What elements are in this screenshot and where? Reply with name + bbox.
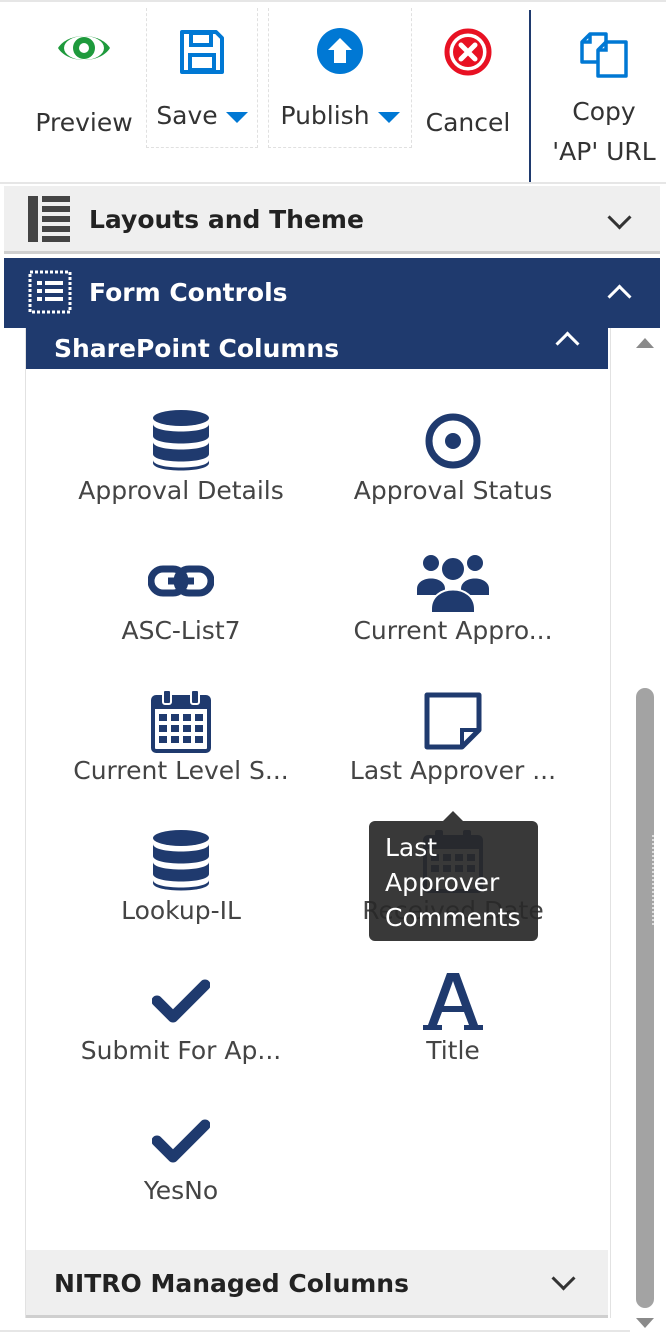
nitro-managed-columns-title: NITRO Managed Columns (54, 1269, 409, 1298)
column-tile-current-approvers[interactable]: Current Appro... (318, 546, 588, 676)
scroll-up-arrow-icon[interactable] (636, 338, 654, 348)
chevron-down-icon (607, 205, 632, 230)
scroll-down-arrow-icon[interactable] (636, 1318, 654, 1328)
chevron-up-icon (555, 331, 580, 356)
chevron-down-icon[interactable] (225, 111, 248, 123)
vertical-scrollbar[interactable] (630, 330, 660, 1337)
layouts-and-theme-title: Layouts and Theme (89, 205, 364, 234)
toolbar-top-border (0, 0, 666, 2)
column-tile-submit-for-approval[interactable]: Submit For Ap... (46, 966, 316, 1096)
column-label: Lookup-IL (121, 896, 241, 925)
copy-ap-url-button[interactable]: Copy 'AP' URL (542, 8, 666, 166)
column-label: Current Level S... (73, 756, 289, 785)
column-tile-asc-list7[interactable]: ASC-List7 (46, 546, 316, 676)
chevron-down-icon[interactable] (377, 111, 400, 123)
cancel-button[interactable]: Cancel (412, 8, 524, 148)
column-tile-title[interactable]: Title (318, 966, 588, 1096)
toolbar-bottom-border (0, 182, 666, 184)
tooltip: Last Approver Comments (369, 811, 538, 941)
chevron-down-icon (551, 1266, 576, 1291)
chevron-up-icon (607, 284, 632, 309)
form-list-icon (28, 270, 72, 318)
copy-label-line1: Copy (572, 97, 636, 126)
column-label: YesNo (143, 1176, 219, 1205)
note-icon (318, 686, 588, 756)
check-icon (46, 966, 316, 1036)
column-tile-approval-status[interactable]: Approval Status (318, 406, 588, 536)
resize-handle[interactable] (652, 835, 664, 925)
column-label: Approval Details (78, 476, 284, 505)
tooltip-line: Comments (385, 903, 521, 932)
column-label: Last Approver ... (349, 756, 557, 785)
tooltip-arrow (443, 811, 463, 821)
copy-icon (542, 26, 666, 86)
column-label: Title (426, 1036, 480, 1065)
panel-bottom-border (0, 1330, 630, 1332)
link-icon (46, 546, 316, 616)
cancel-label: Cancel (425, 108, 511, 137)
radio-button-icon (318, 406, 588, 476)
publish-button[interactable]: Publish (268, 8, 412, 148)
layout-list-icon (28, 196, 70, 246)
database-icon (46, 826, 316, 896)
tooltip-line: Approver (385, 868, 500, 897)
column-tile-yesno[interactable]: YesNo (46, 1106, 316, 1236)
calendar-icon (46, 686, 316, 756)
eye-icon (22, 28, 146, 88)
column-tile-approval-details[interactable]: Approval Details (46, 406, 316, 536)
publish-label: Publish (280, 101, 370, 130)
cancel-x-icon (412, 28, 524, 88)
ribbon-toolbar: Preview Save Publish Cancel Copy 'AP' UR… (0, 0, 666, 184)
save-button[interactable]: Save (146, 8, 258, 148)
column-label: Submit For Ap... (80, 1036, 282, 1065)
scrollbar-thumb[interactable] (636, 688, 654, 1308)
save-label: Save (156, 101, 218, 130)
users-icon (318, 546, 588, 616)
check-icon (46, 1106, 316, 1176)
floppy-disk-icon (147, 28, 257, 88)
toolbar-divider (529, 10, 531, 182)
text-icon (318, 966, 588, 1036)
column-label: ASC-List7 (121, 616, 241, 645)
column-label: Approval Status (353, 476, 553, 505)
preview-label: Preview (35, 108, 133, 137)
column-tile-current-level-status[interactable]: Current Level S... (46, 686, 316, 816)
database-icon (46, 406, 316, 476)
upload-arrow-icon (269, 28, 411, 88)
column-label: Current Appro... (353, 616, 553, 645)
copy-label-line2: 'AP' URL (552, 137, 656, 166)
form-controls-accordion[interactable]: Form Controls (4, 258, 660, 328)
tooltip-line: Last (385, 833, 438, 862)
preview-button[interactable]: Preview (22, 8, 146, 148)
layouts-and-theme-accordion[interactable]: Layouts and Theme (4, 186, 660, 254)
sharepoint-columns-title: SharePoint Columns (54, 334, 340, 363)
nitro-managed-columns-accordion[interactable]: NITRO Managed Columns (26, 1250, 608, 1318)
column-tile-last-approver-comments[interactable]: Last Approver ... (318, 686, 588, 816)
column-tile-lookup-il[interactable]: Lookup-IL (46, 826, 316, 956)
form-controls-title: Form Controls (89, 278, 288, 307)
